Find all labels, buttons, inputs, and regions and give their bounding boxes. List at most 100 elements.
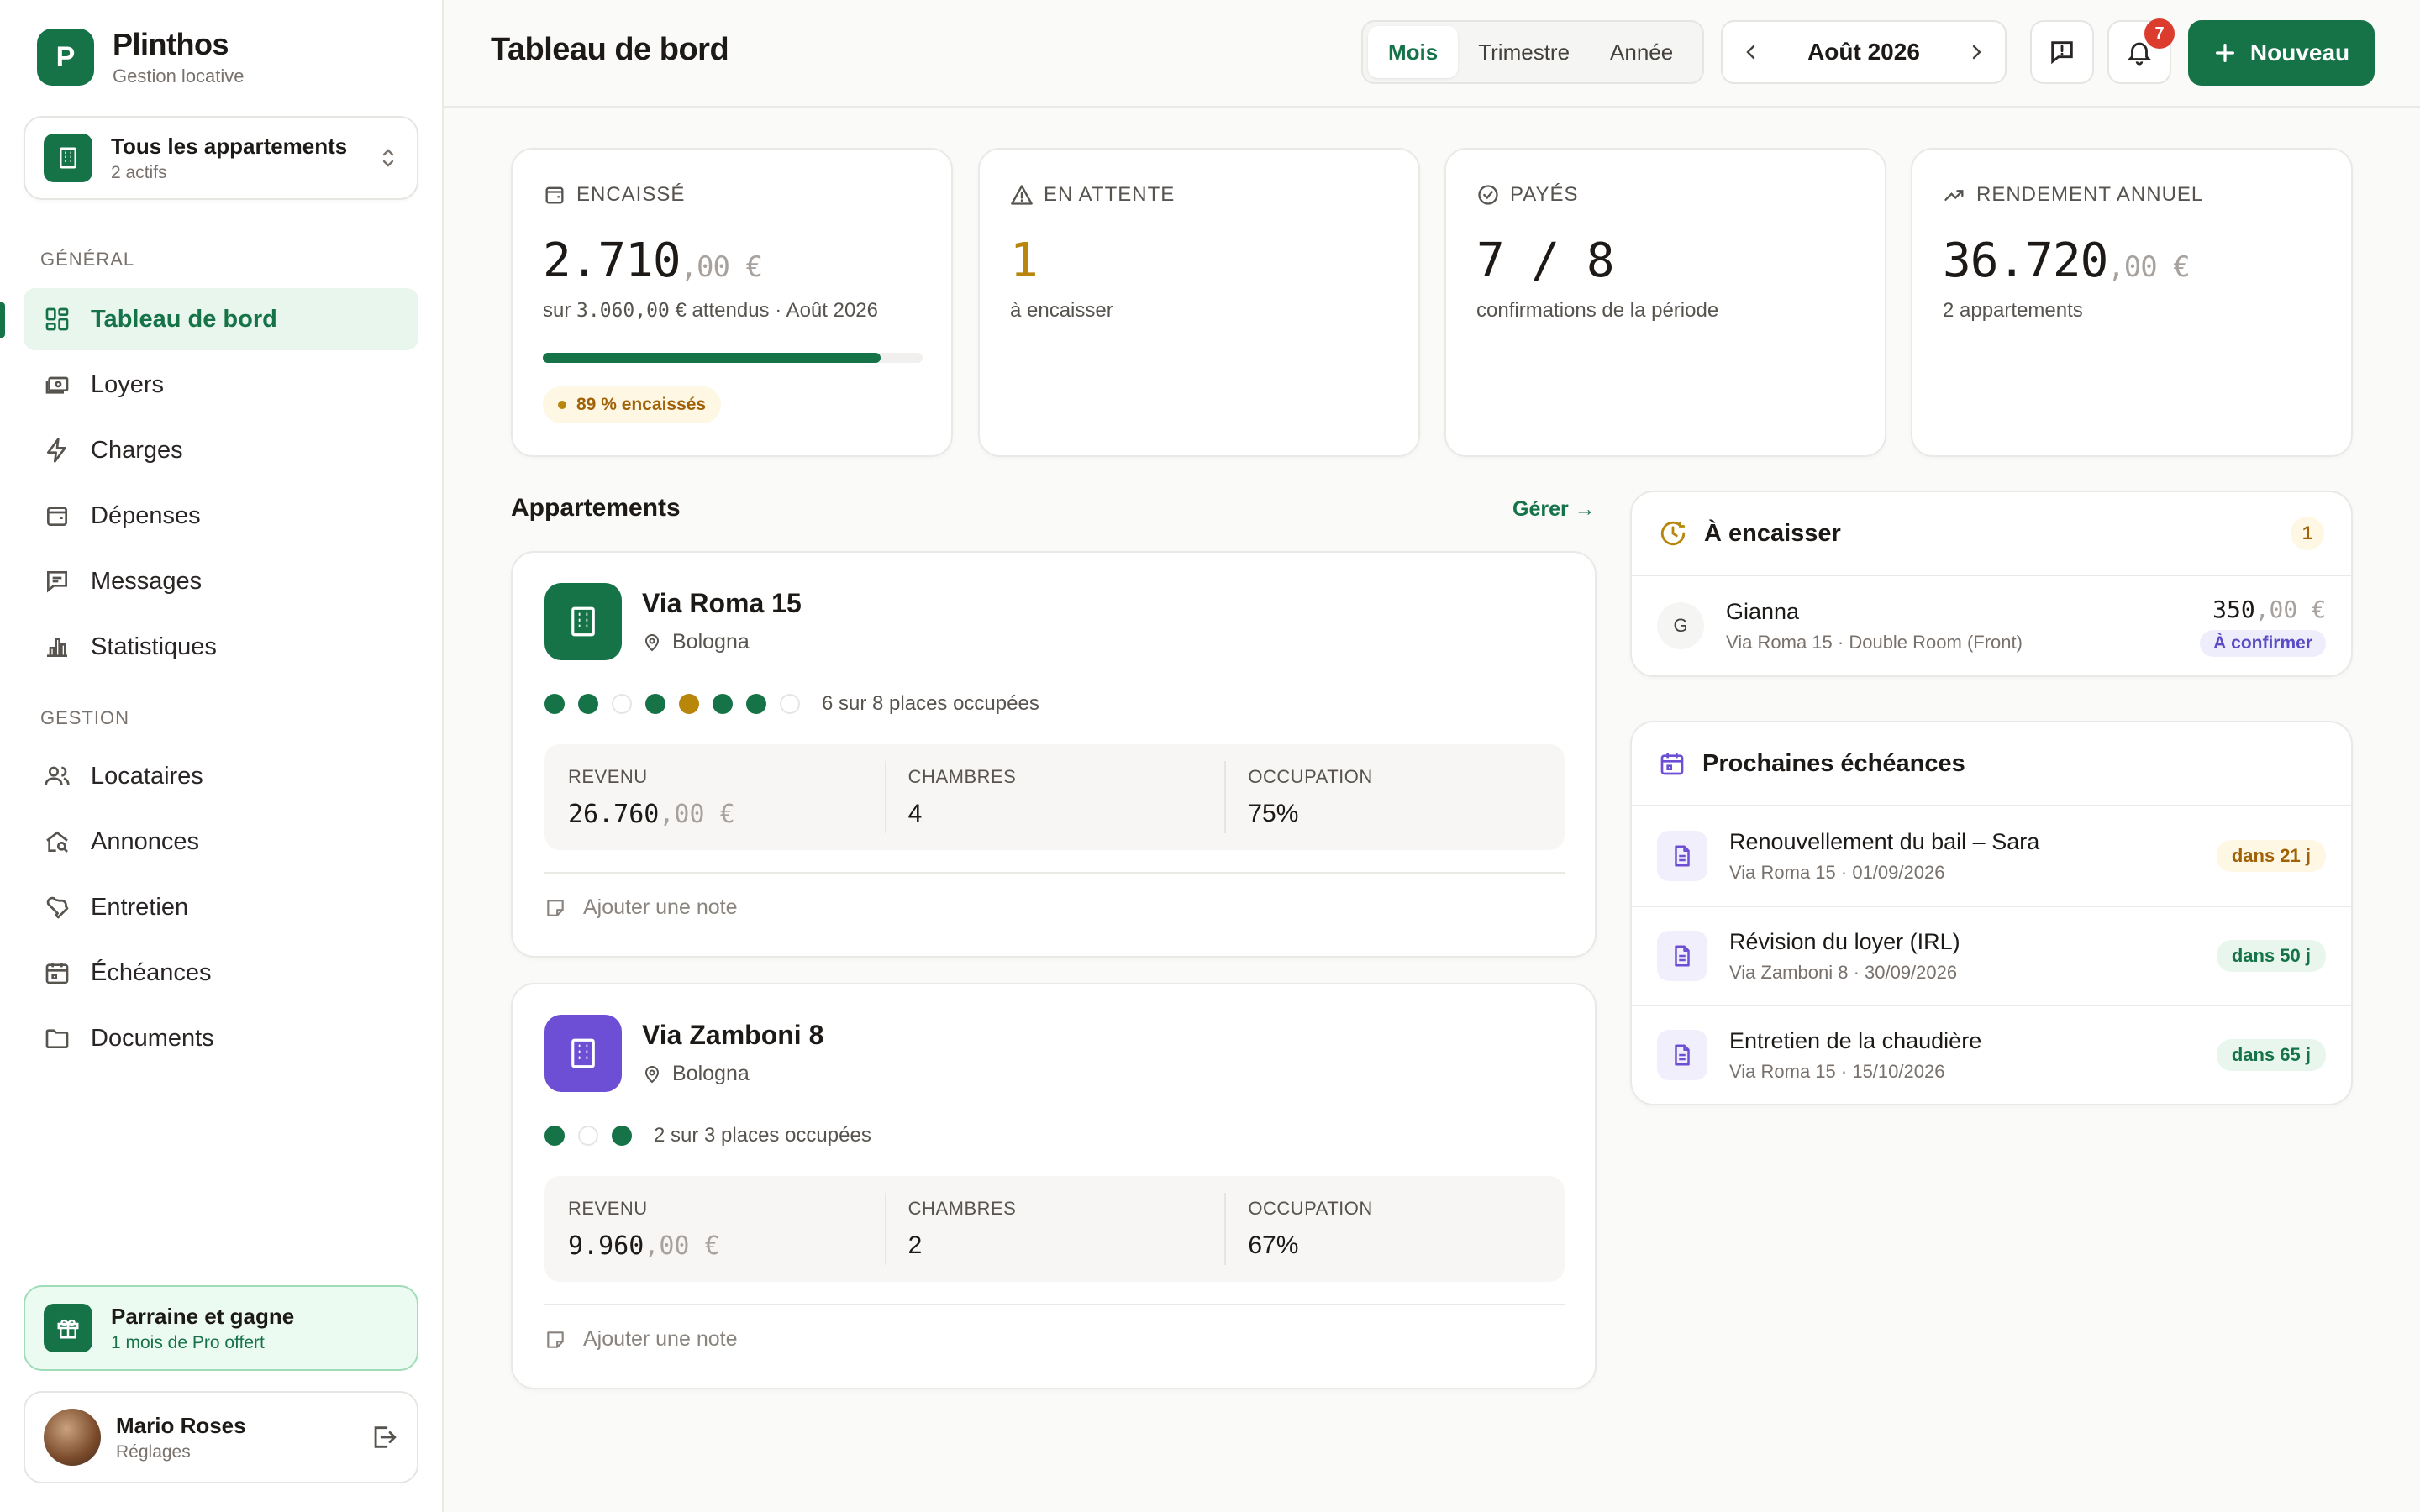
wrench-icon bbox=[42, 892, 72, 922]
note-icon bbox=[544, 1329, 583, 1351]
nav-item-label: Dépenses bbox=[91, 501, 201, 529]
new-button[interactable]: Nouveau bbox=[2188, 20, 2375, 86]
rooms-label: CHAMBRES bbox=[908, 1198, 1017, 1219]
tenant-initial: G bbox=[1657, 602, 1704, 649]
document-icon bbox=[1657, 931, 1707, 981]
chevron-left-icon[interactable] bbox=[1741, 42, 1761, 62]
period-option-month[interactable]: Mois bbox=[1368, 26, 1459, 78]
deadlines-panel: Prochaines échéances Renouvellement du b… bbox=[1630, 721, 2353, 1105]
nav-item-label: Documents bbox=[91, 1024, 214, 1052]
deadline-detail: Via Roma 15 · 01/09/2026 bbox=[1729, 861, 1945, 883]
active-nav-marker bbox=[0, 302, 5, 338]
kpi-value-decimals: ,00 € bbox=[680, 250, 763, 284]
calendar-icon bbox=[42, 958, 72, 988]
occupancy-label: OCCUPATION bbox=[1248, 766, 1373, 787]
deadline-detail: Via Roma 15 · 15/10/2026 bbox=[1729, 1060, 1945, 1082]
deadline-title: Renouvellement du bail – Sara bbox=[1729, 828, 2040, 854]
nav-item-statistiques[interactable]: Statistiques bbox=[24, 616, 418, 678]
apartment-card[interactable]: Via Roma 15 Bologna 6 sur 8 places occup… bbox=[511, 551, 1597, 958]
kpi-label: EN ATTENTE bbox=[1044, 183, 1176, 206]
tenant-room: Via Roma 15 · Double Room (Front) bbox=[1726, 631, 2023, 653]
kpi-card-collected[interactable]: ENCAISSÉ 2.710,00 € sur 3.060,00 € atten… bbox=[511, 148, 953, 457]
rooms-value: 4 bbox=[908, 800, 923, 827]
nav-item-label: Tableau de bord bbox=[91, 305, 277, 333]
status-dot bbox=[558, 401, 566, 409]
notifications-badge: 7 bbox=[2144, 18, 2175, 49]
apartment-card[interactable]: Via Zamboni 8 Bologna 2 sur 3 places occ… bbox=[511, 983, 1597, 1389]
period-option-year[interactable]: Année bbox=[1590, 26, 1693, 78]
nav-section-general: GÉNÉRAL bbox=[40, 249, 135, 270]
brand-subtitle: Gestion locative bbox=[113, 66, 245, 87]
occupancy-value: 67% bbox=[1248, 1231, 1299, 1259]
nav-item-dashboard[interactable]: Tableau de bord bbox=[24, 288, 418, 350]
to-collect-row[interactable]: G Gianna Via Roma 15 · Double Room (Fron… bbox=[1632, 576, 2351, 675]
deadline-title: Révision du loyer (IRL) bbox=[1729, 928, 1960, 954]
apartment-stats: REVENU 9.960,00 € CHAMBRES 2 OCCUPATION 67% bbox=[544, 1176, 1565, 1282]
apartment-switcher-count: 2 actifs bbox=[111, 162, 167, 182]
nav-item-depenses[interactable]: Dépenses bbox=[24, 485, 418, 547]
folder-icon bbox=[42, 1023, 72, 1053]
kpi-card-pending[interactable]: EN ATTENTE 1 à encaisser bbox=[978, 148, 1420, 457]
location-pin-icon bbox=[642, 633, 672, 653]
referral-banner[interactable]: Parraine et gagne 1 mois de Pro offert bbox=[24, 1285, 418, 1371]
deadline-detail: Via Zamboni 8 · 30/09/2026 bbox=[1729, 961, 1958, 983]
period-navigator: Août 2026 bbox=[1721, 20, 2007, 84]
period-segmented-control: Mois Trimestre Année bbox=[1361, 20, 1704, 84]
feedback-icon bbox=[2048, 38, 2076, 66]
nav-item-charges[interactable]: Charges bbox=[24, 419, 418, 481]
avatar bbox=[44, 1409, 101, 1466]
feedback-button[interactable] bbox=[2030, 20, 2094, 84]
house-search-icon bbox=[42, 827, 72, 857]
nav-item-documents[interactable]: Documents bbox=[24, 1007, 418, 1069]
revenue-label: REVENU bbox=[568, 1198, 648, 1219]
chevron-right-icon[interactable] bbox=[1966, 42, 1986, 62]
note-icon bbox=[544, 897, 583, 919]
user-profile[interactable]: Mario Roses Réglages bbox=[24, 1391, 418, 1483]
kpi-value: 1 bbox=[1010, 234, 1039, 288]
revenue-decimals: ,00 € bbox=[644, 1231, 720, 1261]
deadline-row[interactable]: Renouvellement du bail – Sara Via Roma 1… bbox=[1632, 806, 2351, 906]
period-option-quarter[interactable]: Trimestre bbox=[1458, 26, 1590, 78]
building-icon bbox=[544, 583, 622, 660]
deadline-row[interactable]: Entretien de la chaudière Via Roma 15 · … bbox=[1632, 1005, 2351, 1104]
nav-item-entretien[interactable]: Entretien bbox=[24, 876, 418, 938]
collection-progress-bar bbox=[543, 353, 923, 363]
notifications-button[interactable]: 7 bbox=[2107, 18, 2175, 84]
apartments-section-title: Appartements bbox=[511, 494, 681, 522]
brand-logo: P bbox=[37, 29, 94, 86]
nav-item-messages[interactable]: Messages bbox=[24, 550, 418, 612]
add-note-label: Ajouter une note bbox=[583, 1327, 738, 1351]
kpi-sub: à encaisser bbox=[1010, 299, 1113, 322]
add-note-button[interactable]: Ajouter une note bbox=[544, 872, 1565, 920]
kpi-expected-amount: 3.060,00 bbox=[576, 300, 670, 322]
nav-section-gestion: GESTION bbox=[40, 707, 130, 728]
nav-item-annonces[interactable]: Annonces bbox=[24, 811, 418, 873]
dashboard-icon bbox=[42, 304, 72, 334]
nav-item-echeances[interactable]: Échéances bbox=[24, 942, 418, 1004]
page-title: Tableau de bord bbox=[491, 32, 729, 67]
collection-progress-fill bbox=[543, 353, 881, 363]
add-note-button[interactable]: Ajouter une note bbox=[544, 1304, 1565, 1352]
nav-item-locataires[interactable]: Locataires bbox=[24, 745, 418, 807]
to-collect-title: À encaisser bbox=[1704, 519, 1841, 547]
kpi-card-paid[interactable]: PAYÉS 7 / 8 confirmations de la période bbox=[1444, 148, 1886, 457]
logout-icon[interactable] bbox=[370, 1423, 398, 1452]
nav-item-label: Entretien bbox=[91, 893, 189, 921]
building-icon bbox=[544, 1015, 622, 1092]
apartment-switcher[interactable]: Tous les appartements 2 actifs bbox=[24, 116, 418, 200]
deadline-row[interactable]: Révision du loyer (IRL) Via Zamboni 8 · … bbox=[1632, 906, 2351, 1005]
manage-apartments-link[interactable]: Gérer → bbox=[1512, 497, 1596, 522]
place-occupied-dot bbox=[544, 1126, 565, 1146]
confirm-status-badge[interactable]: À confirmer bbox=[2200, 629, 2326, 657]
occupancy-value: 75% bbox=[1248, 800, 1299, 827]
to-collect-count: 1 bbox=[2291, 517, 2324, 550]
brand[interactable]: P Plinthos Gestion locative bbox=[37, 27, 245, 87]
place-free-dot bbox=[780, 694, 800, 714]
nav-item-loyers[interactable]: Loyers bbox=[24, 354, 418, 416]
users-icon bbox=[42, 761, 72, 791]
nav-item-label: Messages bbox=[91, 567, 203, 595]
place-occupied-dot bbox=[746, 694, 766, 714]
nav-item-label: Charges bbox=[91, 436, 183, 464]
kpi-card-annual-yield[interactable]: RENDEMENT ANNUEL 36.720,00 € 2 apparteme… bbox=[1911, 148, 2353, 457]
revenue-value: 26.760 bbox=[568, 800, 660, 829]
